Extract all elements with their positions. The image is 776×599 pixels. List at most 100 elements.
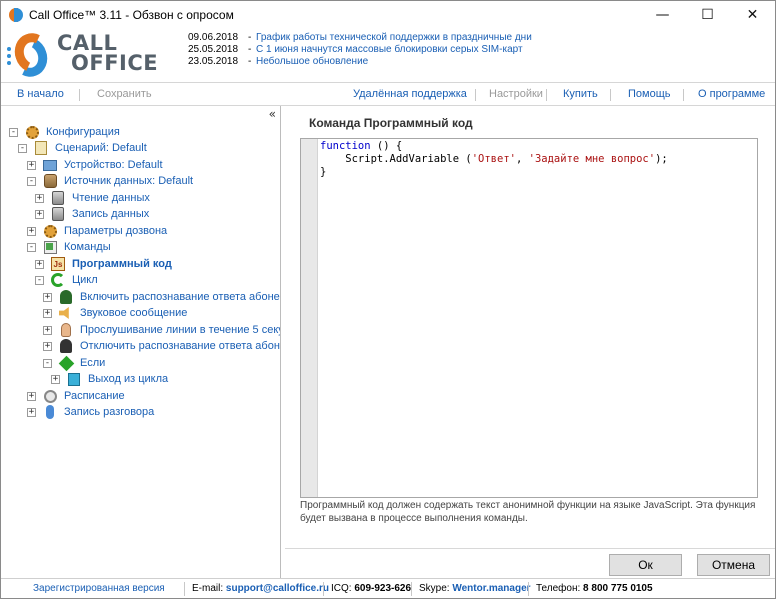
expand-icon[interactable]: - [27, 242, 36, 252]
ok-button[interactable]: Ок [609, 554, 682, 576]
news-link[interactable]: Небольшое обновление [256, 56, 368, 68]
collapse-panel-icon[interactable]: « [269, 107, 276, 121]
expand-icon[interactable]: + [43, 325, 52, 335]
tree-item-label: Чтение данных [72, 192, 150, 204]
expand-icon[interactable]: - [43, 358, 52, 368]
tree-item-label: Конфигурация [46, 126, 120, 138]
news-item: 25.05.2018 - С 1 июня начнутся массовые … [188, 44, 532, 56]
expand-icon[interactable]: + [27, 160, 36, 170]
expand-icon[interactable]: - [27, 176, 36, 186]
code-gutter [301, 139, 318, 497]
tree-item-label: Программный код [72, 258, 172, 270]
tree-item-label: Включить распознавание ответа абонента [80, 291, 281, 303]
code-fragment: } [320, 166, 327, 178]
tree-item-label: Запись разговора [64, 406, 155, 418]
tree-item-if[interactable]: - Если [43, 355, 105, 371]
code-fragment: () { [370, 140, 403, 152]
dialog-buttons: Ок Отмена [285, 548, 775, 578]
maximize-button[interactable]: ☐ [685, 1, 730, 28]
expand-icon[interactable]: + [27, 226, 36, 236]
tree-item-cycle[interactable]: - Цикл [35, 272, 98, 288]
title-bar[interactable]: Call Office™ 3.11 - Обзвон с опросом — ☐… [1, 1, 775, 28]
tree-item-listen-line[interactable]: + Прослушивание линии в течение 5 секунд [43, 322, 280, 338]
expand-icon[interactable]: + [43, 308, 52, 318]
menu-settings[interactable]: Настройки [489, 88, 543, 100]
menu-buy[interactable]: Купить [563, 88, 598, 100]
expand-icon[interactable]: + [51, 374, 60, 384]
expand-icon[interactable]: + [35, 209, 44, 219]
cancel-button[interactable]: Отмена [697, 554, 770, 576]
code-fragment: , [515, 153, 529, 165]
database-read-icon [50, 190, 66, 206]
script-icon: Js [50, 256, 66, 272]
database-write-icon [50, 206, 66, 222]
tree-item-dial-params[interactable]: + Параметры дозвона [27, 223, 167, 239]
minimize-button[interactable]: — [640, 1, 685, 28]
code-editor[interactable]: function () { Script.AddVariable ('Ответ… [300, 138, 758, 498]
ear-icon [58, 322, 74, 338]
news-date: 09.06.2018 [188, 32, 239, 43]
tree-item-enable-recognition[interactable]: + Включить распознавание ответа абонента [43, 289, 281, 305]
skype-link[interactable]: Wentor.manager [452, 583, 530, 594]
status-separator [184, 582, 185, 596]
expand-icon[interactable]: - [35, 275, 44, 285]
tree-item-device[interactable]: + Устройство: Default [27, 157, 163, 173]
menu-separator [683, 89, 684, 101]
close-button[interactable]: ✕ [730, 1, 775, 28]
menu-separator [610, 89, 611, 101]
expand-icon[interactable]: + [35, 193, 44, 203]
tree-item-label: Выход из цикла [88, 373, 169, 385]
command-editor-panel: Команда Программный код function () { Sc… [285, 106, 775, 578]
tree-item-label: Если [80, 357, 106, 369]
tree-item-scenario[interactable]: - Сценарий: Default [18, 140, 147, 156]
news-link[interactable]: График работы технической поддержки в пр… [256, 32, 532, 44]
tree-item-commands[interactable]: - Команды [27, 239, 111, 255]
menu-about[interactable]: О программе [698, 88, 765, 100]
expand-icon[interactable]: + [35, 259, 44, 269]
phone-value: 8 800 775 0105 [583, 583, 653, 594]
expand-icon[interactable]: + [27, 407, 36, 417]
tree-item-label: Устройство: Default [64, 159, 163, 171]
news-link[interactable]: С 1 июня начнутся массовые блокировки се… [256, 44, 523, 56]
status-separator [528, 582, 529, 596]
tree-item-exit-cycle[interactable]: + Выход из цикла [51, 371, 168, 387]
tree-item-label: Цикл [72, 274, 98, 286]
expand-icon[interactable]: + [43, 341, 52, 351]
microphone-icon [42, 404, 58, 420]
tree-item-schedule[interactable]: + Расписание [27, 388, 125, 404]
tree-item-write-data[interactable]: + Запись данных [35, 206, 149, 222]
expand-icon[interactable]: + [27, 391, 36, 401]
expand-icon[interactable]: - [9, 127, 18, 137]
tree-item-sound-message[interactable]: + Звуковое сообщение [43, 305, 187, 321]
menu-remote-support[interactable]: Удалённая поддержка [353, 88, 467, 100]
menu-save[interactable]: Сохранить [97, 88, 152, 100]
tree-item-label: Отключить распознавание ответа абонента [80, 340, 281, 352]
header: CALL OFFICE 09.06.2018 - График работы т… [1, 28, 775, 82]
tree-item-label: Источник данных: Default [64, 175, 194, 187]
logo-word-call: CALL [57, 31, 118, 55]
news-dash: - [248, 56, 252, 67]
tree-item-read-data[interactable]: + Чтение данных [35, 190, 150, 206]
menu-separator [79, 89, 80, 101]
cycle-icon [50, 272, 66, 288]
expand-icon[interactable]: - [18, 143, 27, 153]
code-fragment: ); [655, 153, 668, 165]
clock-icon [42, 388, 58, 404]
email-link[interactable]: support@calloffice.ru [226, 583, 329, 594]
menu-help[interactable]: Помощь [628, 88, 671, 100]
tree-item-label: Звуковое сообщение [80, 307, 188, 319]
menu-home[interactable]: В начало [17, 88, 64, 100]
tree-item-data-source[interactable]: - Источник данных: Default [27, 173, 193, 189]
tree-item-call-recording[interactable]: + Запись разговора [27, 404, 154, 420]
news-dash: - [248, 32, 252, 43]
tree-item-program-code[interactable]: + Js Программный код [35, 256, 172, 272]
menu-bar: В начало Сохранить Удалённая поддержка Н… [1, 82, 775, 106]
tree-item-label: Параметры дозвона [64, 225, 168, 237]
icq-label: ICQ: [331, 583, 355, 594]
panel-title: Команда Программный код [309, 116, 473, 130]
code-text[interactable]: function () { Script.AddVariable ('Ответ… [320, 140, 668, 179]
expand-icon[interactable]: + [43, 292, 52, 302]
tree-item-disable-recognition[interactable]: + Отключить распознавание ответа абонент… [43, 338, 281, 354]
tree-item-configuration[interactable]: - Конфигурация [9, 124, 120, 140]
gear-icon [24, 124, 40, 140]
